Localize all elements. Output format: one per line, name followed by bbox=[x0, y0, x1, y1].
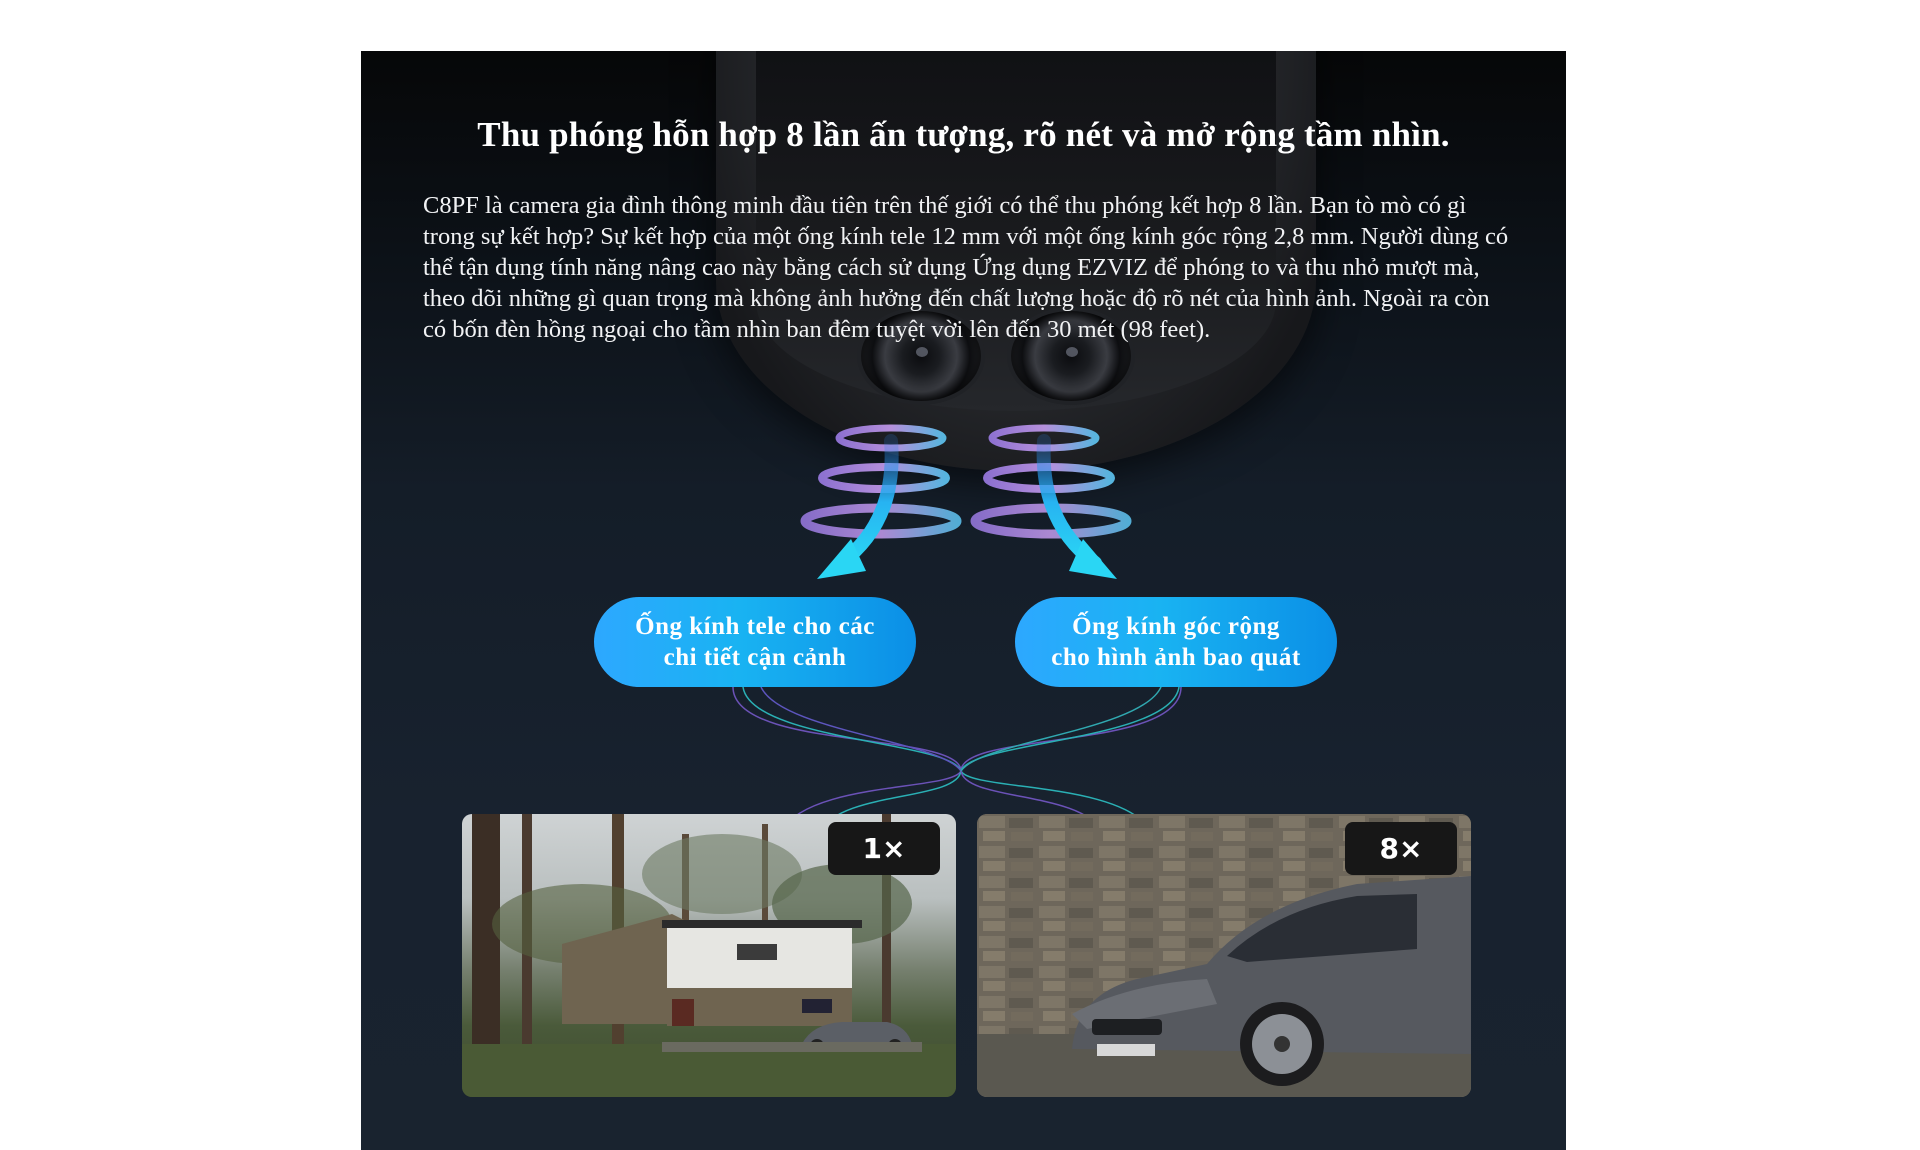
zoom-1x-badge: 1× bbox=[828, 822, 940, 875]
wide-lens-label-text: Ống kính góc rộng cho hình ảnh bao quát bbox=[1051, 613, 1301, 671]
section-title: Thu phóng hỗn hợp 8 lần ấn tượng, rõ nét… bbox=[477, 115, 1450, 155]
zoom-feature-panel: Thu phóng hỗn hợp 8 lần ấn tượng, rõ nét… bbox=[361, 51, 1566, 1150]
connector-lines bbox=[732, 686, 1182, 832]
wide-view-photo: 1× bbox=[462, 814, 956, 1097]
section-description: C8PF là camera gia đình thông minh đầu t… bbox=[423, 191, 1509, 343]
tele-lens-label-text: Ống kính tele cho các chi tiết cận cảnh bbox=[635, 613, 875, 671]
tele-lens-label: Ống kính tele cho các chi tiết cận cảnh bbox=[594, 597, 916, 687]
zoom-8x-badge: 8× bbox=[1345, 822, 1457, 875]
tele-view-photo: 8× bbox=[977, 814, 1471, 1097]
wide-lens-label: Ống kính góc rộng cho hình ảnh bao quát bbox=[1015, 597, 1337, 687]
